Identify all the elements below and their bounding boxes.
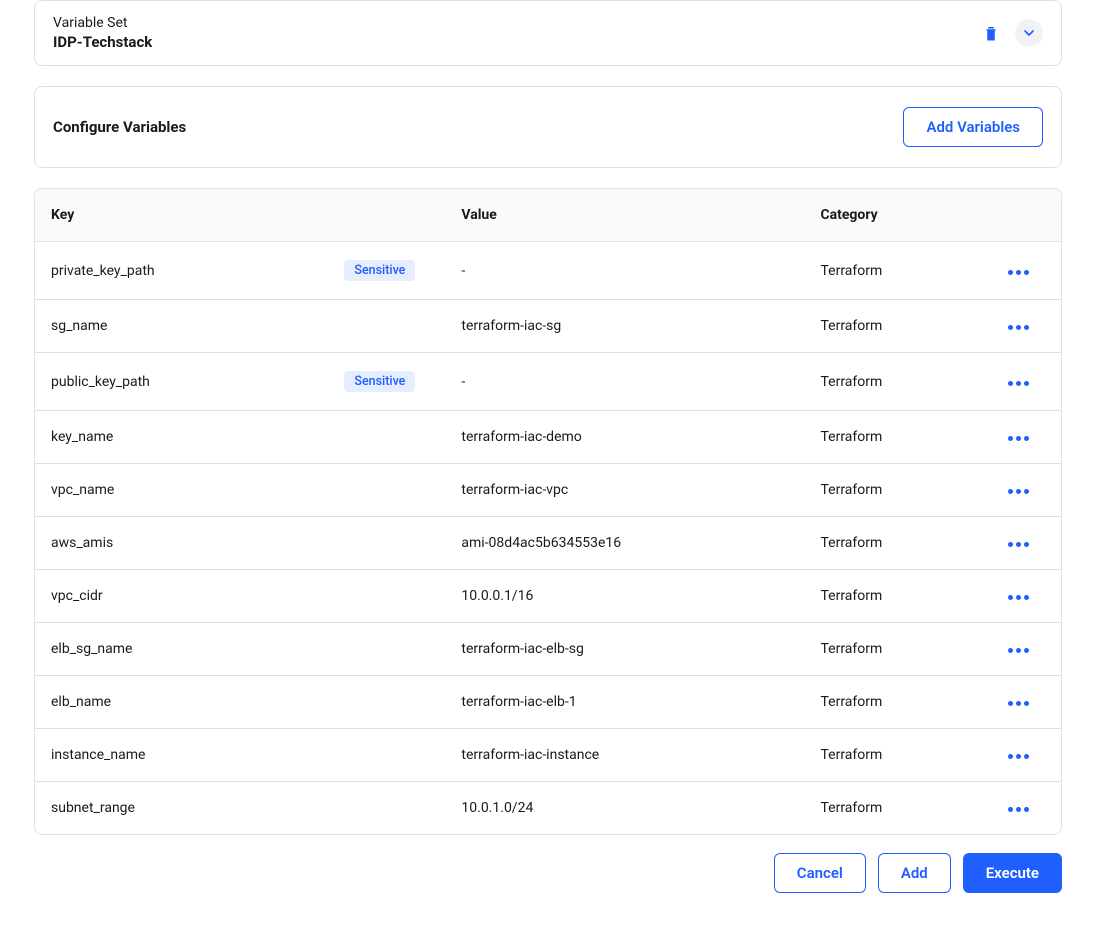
more-horizontal-icon (1008, 325, 1029, 330)
variable-category: Terraform (804, 517, 978, 570)
variable-category: Terraform (804, 570, 978, 623)
variable-category: Terraform (804, 782, 978, 835)
sensitive-badge: Sensitive (344, 260, 415, 281)
variable-value: 10.0.1.0/24 (445, 782, 804, 835)
table-row: key_name terraform-iac-demoTerraform (35, 411, 1061, 464)
variable-value: terraform-iac-vpc (445, 464, 804, 517)
more-horizontal-icon (1008, 754, 1029, 759)
row-actions-button[interactable] (1004, 432, 1033, 445)
add-variables-button[interactable]: Add Variables (903, 107, 1043, 147)
more-horizontal-icon (1008, 542, 1029, 547)
variable-category: Terraform (804, 411, 978, 464)
row-actions-button[interactable] (1004, 750, 1033, 763)
table-row: sg_name terraform-iac-sgTerraform (35, 300, 1061, 353)
more-horizontal-icon (1008, 648, 1029, 653)
row-actions-button[interactable] (1004, 538, 1033, 551)
configure-title: Configure Variables (53, 118, 186, 136)
more-horizontal-icon (1008, 595, 1029, 600)
variable-value: terraform-iac-demo (445, 411, 804, 464)
variables-table-card: Key Value Category private_key_path Sensi… (34, 188, 1062, 835)
variable-key: sg_name (51, 318, 107, 334)
variable-category: Terraform (804, 623, 978, 676)
table-row: vpc_cidr 10.0.0.1/16Terraform (35, 570, 1061, 623)
variable-key: vpc_name (51, 482, 114, 498)
header-title: IDP-Techstack (53, 33, 152, 51)
variable-category: Terraform (804, 729, 978, 782)
variables-table: Key Value Category private_key_path Sensi… (35, 189, 1061, 834)
column-header-category: Category (804, 189, 978, 242)
more-horizontal-icon (1008, 489, 1029, 494)
table-row: vpc_name terraform-iac-vpcTerraform (35, 464, 1061, 517)
chevron-down-icon (1021, 25, 1037, 41)
table-row: aws_amis ami-08d4ac5b634553e16Terraform (35, 517, 1061, 570)
variable-value: terraform-iac-elb-1 (445, 676, 804, 729)
row-actions-button[interactable] (1004, 266, 1033, 279)
table-row: elb_sg_name terraform-iac-elb-sgTerraform (35, 623, 1061, 676)
more-horizontal-icon (1008, 436, 1029, 441)
configure-variables-card: Configure Variables Add Variables (34, 86, 1062, 168)
variable-value: - (445, 353, 804, 411)
table-row: instance_name terraform-iac-instanceTerra… (35, 729, 1061, 782)
header-label: Variable Set (53, 15, 152, 31)
variable-key: vpc_cidr (51, 588, 103, 604)
variable-key: instance_name (51, 747, 145, 763)
variable-key: aws_amis (51, 535, 113, 551)
more-horizontal-icon (1008, 270, 1029, 275)
delete-button[interactable] (977, 19, 1005, 47)
variable-value: - (445, 242, 804, 300)
row-actions-button[interactable] (1004, 377, 1033, 390)
variable-value: terraform-iac-sg (445, 300, 804, 353)
cancel-button[interactable]: Cancel (774, 853, 866, 893)
row-actions-button[interactable] (1004, 591, 1033, 604)
table-row: private_key_path Sensitive -Terraform (35, 242, 1061, 300)
row-actions-button[interactable] (1004, 485, 1033, 498)
column-header-actions (979, 189, 1061, 242)
add-button[interactable]: Add (878, 853, 951, 893)
sensitive-badge: Sensitive (344, 371, 415, 392)
variable-value: terraform-iac-instance (445, 729, 804, 782)
execute-button[interactable]: Execute (963, 853, 1062, 893)
more-horizontal-icon (1008, 381, 1029, 386)
row-actions-button[interactable] (1004, 321, 1033, 334)
more-horizontal-icon (1008, 701, 1029, 706)
row-actions-button[interactable] (1004, 644, 1033, 657)
variable-key: private_key_path (51, 263, 155, 279)
footer-actions: Cancel Add Execute (34, 853, 1062, 923)
variable-key: subnet_range (51, 800, 135, 816)
table-row: subnet_range 10.0.1.0/24Terraform (35, 782, 1061, 835)
variable-category: Terraform (804, 676, 978, 729)
collapse-button[interactable] (1015, 19, 1043, 47)
table-row: elb_name terraform-iac-elb-1Terraform (35, 676, 1061, 729)
variable-key: elb_name (51, 694, 111, 710)
trash-icon (982, 24, 1000, 42)
variable-category: Terraform (804, 464, 978, 517)
variable-category: Terraform (804, 353, 978, 411)
variable-value: terraform-iac-elb-sg (445, 623, 804, 676)
variable-category: Terraform (804, 300, 978, 353)
column-header-value: Value (445, 189, 804, 242)
more-horizontal-icon (1008, 807, 1029, 812)
row-actions-button[interactable] (1004, 803, 1033, 816)
variable-value: 10.0.0.1/16 (445, 570, 804, 623)
variable-category: Terraform (804, 242, 978, 300)
column-header-key: Key (35, 189, 445, 242)
variable-value: ami-08d4ac5b634553e16 (445, 517, 804, 570)
table-row: public_key_path Sensitive -Terraform (35, 353, 1061, 411)
variable-key: key_name (51, 429, 113, 445)
variable-key: elb_sg_name (51, 641, 132, 657)
variable-key: public_key_path (51, 374, 150, 390)
row-actions-button[interactable] (1004, 697, 1033, 710)
variable-set-header: Variable Set IDP-Techstack (34, 0, 1062, 66)
